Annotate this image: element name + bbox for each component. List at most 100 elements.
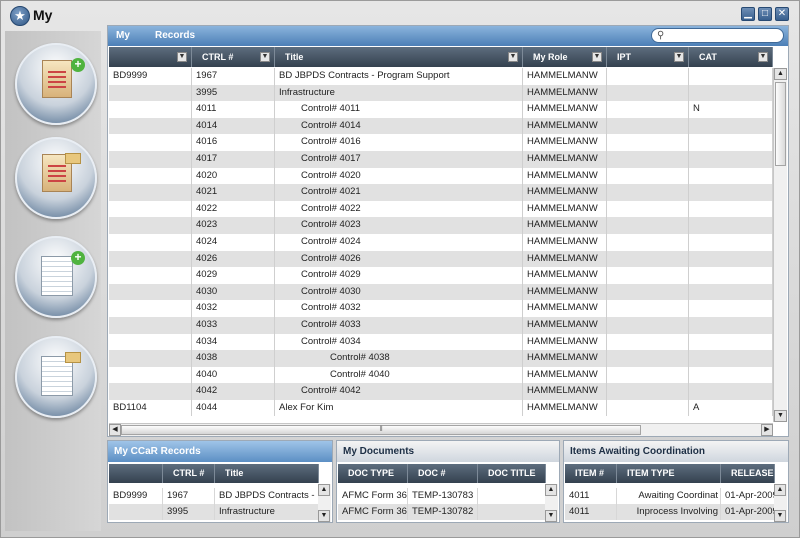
open-form-button[interactable] [15,336,97,418]
documents-vertical-scrollbar[interactable]: ▲ ▼ [545,484,558,522]
ctrl-number-cell: 4029 [196,267,275,284]
column-header-item-number[interactable]: ITEM # [565,464,617,483]
chevron-down-icon[interactable]: ▼ [508,52,518,62]
chevron-down-icon[interactable]: ▼ [260,52,270,62]
table-row[interactable]: 3995 Infrastructure [109,504,319,520]
table-row[interactable]: 4011 Inprocess Involving 01-Apr-2009 [565,504,775,520]
column-header-doc-type[interactable]: DOC TYPE [338,464,408,483]
table-row[interactable]: 4017 Control# 4017 HAMMELMANW [109,150,773,168]
table-row[interactable]: BD9999 1967 BD JBPDS Contracts - Prog [109,488,319,504]
chevron-down-icon[interactable]: ▼ [177,52,187,62]
search-input[interactable]: ⚲ [651,28,784,43]
column-header-my-role[interactable]: My Role ▼ [523,47,607,67]
column-header-item-type[interactable]: ITEM TYPE [617,464,721,483]
title-cell: Control# 4034 [301,333,523,351]
scroll-right-icon[interactable]: ▶ [761,424,773,436]
table-row[interactable]: 4021 Control# 4021 HAMMELMANW [109,184,773,201]
table-row[interactable]: 4020 Control# 4020 HAMMELMANW [109,167,773,185]
column-header-id[interactable] [109,464,163,483]
column-header-id[interactable]: ▼ [109,47,192,67]
scroll-left-icon[interactable]: ◀ [109,424,121,436]
column-header-ctrl[interactable]: CTRL # ▼ [192,47,275,67]
ipt-cell [611,233,689,251]
table-row[interactable]: 4034 Control# 4034 HAMMELMANW [109,333,773,351]
ipt-cell [611,267,689,284]
ccar-records-title: My CCaR Records [108,441,332,462]
cat-cell [693,184,773,201]
table-row[interactable]: 4029 Control# 4029 HAMMELMANW [109,267,773,284]
table-row[interactable]: 4032 Control# 4032 HAMMELMANW [109,300,773,317]
records-panel-header: My Records ⚲ [108,26,788,46]
scroll-down-icon[interactable]: ▼ [318,510,330,522]
column-header-title[interactable]: Title ▼ [275,47,523,67]
ctrl-number-cell: 4023 [196,217,275,234]
table-row[interactable]: 3995 Infrastructure HAMMELMANW [109,84,773,102]
records-horizontal-scrollbar[interactable]: ◀ ⦀ ▶ [109,423,773,436]
scroll-up-icon[interactable]: ▲ [318,484,330,496]
column-label: Title [285,52,304,62]
cat-cell [693,333,773,351]
ccar-vertical-scrollbar[interactable]: ▲ ▼ [318,484,331,522]
maximize-button[interactable]: □ [758,7,772,21]
chevron-down-icon[interactable]: ▼ [592,52,602,62]
column-header-cat[interactable]: CAT ▼ [689,47,773,67]
record-id-cell [113,167,192,185]
ctrl-number-cell: 4032 [196,300,275,317]
table-row[interactable]: 4011 Awaiting Coordinat 01-Apr-2009 [565,488,775,504]
scroll-down-icon[interactable]: ▼ [774,510,786,522]
chevron-down-icon[interactable]: ▼ [674,52,684,62]
ctrl-number-cell: 4021 [196,184,275,201]
table-row[interactable]: 4040 Control# 4040 HAMMELMANW [109,366,773,384]
my-role-cell: HAMMELMANW [527,316,607,334]
column-header-title[interactable]: Title [215,464,319,483]
ipt-cell [611,150,689,168]
table-row[interactable]: 4022 Control# 4022 HAMMELMANW [109,200,773,218]
table-row[interactable]: AFMC Form 36: (I TEMP-130783 [338,488,546,504]
table-row[interactable]: 4038 Control# 4038 HAMMELMANW [109,350,773,367]
new-record-button[interactable]: + [15,43,97,125]
table-row[interactable]: 4023 Control# 4023 HAMMELMANW [109,217,773,234]
chevron-down-icon[interactable]: ▼ [758,52,768,62]
table-row[interactable]: AFMC Form 36: (I TEMP-130782 [338,504,546,520]
table-row[interactable]: 4014 Control# 4014 HAMMELMANW [109,117,773,135]
ipt-cell [611,250,689,268]
table-row[interactable]: 4030 Control# 4030 HAMMELMANW [109,283,773,301]
table-row[interactable]: 4011 Control# 4011 HAMMELMANW N [109,101,773,118]
scroll-up-icon[interactable]: ▲ [774,68,787,80]
ctrl-number-cell: 4011 [196,101,275,118]
table-row[interactable]: 4016 Control# 4016 HAMMELMANW [109,134,773,151]
tab-my[interactable]: My [116,30,130,41]
title-cell: Control# 4033 [301,316,523,334]
column-header-doc-title[interactable]: DOC TITLE [478,464,546,483]
table-row[interactable]: BD1104 4044 Alex For Kim HAMMELMANW A [109,399,773,417]
table-row[interactable]: 4024 Control# 4024 HAMMELMANW [109,233,773,251]
item-type-cell: Inprocess Involving [621,504,721,520]
cat-cell [693,267,773,284]
column-header-release[interactable]: RELEASE [721,464,775,483]
new-form-button[interactable]: + [15,236,97,318]
column-header-doc-number[interactable]: DOC # [408,464,478,483]
close-button[interactable]: ✕ [775,7,789,21]
column-header-ipt[interactable]: IPT ▼ [607,47,689,67]
open-record-button[interactable] [15,137,97,219]
table-row[interactable]: BD9999 1967 BD JBPDS Contracts - Program S… [109,68,773,85]
ipt-cell [611,184,689,201]
app-window: ★ My ▁ □ ✕ + + My Records ⚲ ▼ CTRL # ▼ T… [0,0,800,538]
scroll-down-icon[interactable]: ▼ [545,510,557,522]
coordination-vertical-scrollbar[interactable]: ▲ ▼ [774,484,787,522]
records-vertical-scrollbar[interactable]: ▲ ▼ [773,68,787,422]
cat-cell [693,167,773,185]
ccar-records-panel: My CCaR Records CTRL # Title BD9999 1967… [107,440,333,523]
scroll-down-icon[interactable]: ▼ [774,410,787,422]
table-row[interactable]: 4042 Control# 4042 HAMMELMANW [109,383,773,400]
table-row[interactable]: 4026 Control# 4026 HAMMELMANW [109,250,773,268]
ctrl-number-cell: 4026 [196,250,275,268]
tab-records[interactable]: Records [155,30,195,41]
table-row[interactable]: 4033 Control# 4033 HAMMELMANW [109,316,773,334]
scroll-thumb[interactable] [775,82,786,166]
column-header-ctrl[interactable]: CTRL # [163,464,215,483]
minimize-button[interactable]: ▁ [741,7,755,21]
scroll-up-icon[interactable]: ▲ [774,484,786,496]
scroll-up-icon[interactable]: ▲ [545,484,557,496]
scroll-thumb[interactable]: ⦀ [121,425,641,435]
